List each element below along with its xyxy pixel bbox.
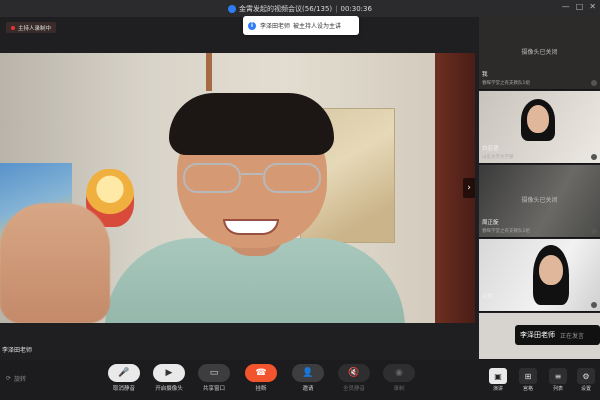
record-label: 录制 <box>393 386 405 392</box>
participant-tile-self[interactable]: 摄像头已关闭 我 春晖学堂之有支教队1组 <box>479 17 600 90</box>
camera-button[interactable]: ▶ 开启摄像头 <box>151 364 187 398</box>
share-screen-button[interactable]: ▭ 共享窗口 <box>196 364 232 398</box>
speaker-view-label: 演讲 <box>492 386 503 392</box>
speaker-glasses <box>183 163 323 195</box>
info-icon: i <box>248 21 256 30</box>
maximize-button[interactable]: □ <box>576 2 584 11</box>
participant-name: 周正旋 <box>482 220 499 226</box>
gallery-view-button[interactable]: ⊞ 宫格 <box>516 368 540 394</box>
mute-all-icon: 🔇 <box>338 364 370 382</box>
main-speaker-video[interactable] <box>0 53 475 323</box>
gallery-view-icon: ⊞ <box>519 368 537 384</box>
meeting-icon <box>228 4 237 13</box>
recording-dot-icon <box>11 25 15 30</box>
host-notification-toast: i 李泽田老师 被主持人设为主讲 <box>243 16 359 35</box>
participant-name: 我 <box>482 72 488 78</box>
toast-name: 李泽田老师 <box>260 23 291 30</box>
window-controls: — □ ✕ <box>562 2 596 11</box>
chevron-right-icon[interactable]: › <box>463 178 475 198</box>
speaker-view-icon: ▣ <box>489 368 507 384</box>
participant-face <box>527 105 549 133</box>
glasses-lens-right <box>263 163 321 193</box>
camera-off-text: 摄像头已关闭 <box>521 49 558 56</box>
speaker-person <box>105 93 405 323</box>
participant-face <box>539 255 563 285</box>
minimize-button[interactable]: — <box>562 2 570 11</box>
lamp-pole <box>206 53 212 91</box>
participant-sidebar[interactable]: 摄像头已关闭 我 春晖学堂之有支教队1组 白若语 山东大学大学部 摄像头已关闭 … <box>479 17 600 360</box>
share-screen-icon: ▭ <box>198 364 230 382</box>
hangup-button[interactable]: ☎ 挂断 <box>243 364 279 398</box>
hangup-label: 挂断 <box>255 386 267 392</box>
share-screen-label: 共享窗口 <box>202 386 225 392</box>
close-button[interactable]: ✕ <box>589 2 596 11</box>
mic-muted-icon <box>591 228 597 234</box>
meeting-timer: 00:30:36 <box>340 4 372 13</box>
waving-hand <box>0 203 110 323</box>
recording-label: 主持人录制中 <box>18 25 52 32</box>
glasses-lens-left <box>183 163 241 193</box>
participant-tile-2[interactable]: 白若语 山东大学大学部 <box>479 91 600 164</box>
camera-label: 开启摄像头 <box>155 386 183 392</box>
participant-org: 春晖学堂之有支教队1组 <box>482 81 530 86</box>
participant-tile-4[interactable]: 余熙 <box>479 239 600 312</box>
settings-icon: ⚙ <box>577 368 595 384</box>
mic-muted-icon <box>591 154 597 160</box>
title-separator: | <box>335 4 338 13</box>
meeting-title: 金霄发起的视频会议(56/135) <box>239 4 333 13</box>
hangup-icon: ☎ <box>245 364 277 382</box>
invite-icon: 👤 <box>292 364 324 382</box>
list-view-label: 列表 <box>552 386 563 392</box>
mute-all-button[interactable]: 🔇 全员静音 <box>336 364 372 398</box>
active-speaker-state: 正在发言 <box>560 332 585 340</box>
bottom-toolbar: ⟳ 旋转 🎤 取消静音 ▶ 开启摄像头 ▭ 共享窗口 ☎ 挂断 👤 邀请 🔇 全… <box>0 360 600 400</box>
participant-name: 余熙 <box>482 294 494 300</box>
mic-muted-icon <box>591 302 597 308</box>
participant-name: 白若语 <box>482 146 499 152</box>
camera-icon: ▶ <box>153 364 185 382</box>
mute-all-label: 全员静音 <box>342 386 365 392</box>
gallery-view-label: 宫格 <box>522 386 533 392</box>
camera-off-text: 摄像头已关闭 <box>521 197 558 204</box>
list-view-button[interactable]: ≡ 列表 <box>546 368 570 394</box>
recording-badge: 主持人录制中 <box>6 22 57 33</box>
participant-tile-3[interactable]: 摄像头已关闭 周正旋 春晖学堂之有支教队1组 <box>479 165 600 238</box>
participant-org: 春晖学堂之有支教队1组 <box>482 229 530 234</box>
rotate-label: 旋转 <box>14 376 27 383</box>
invite-button[interactable]: 👤 邀请 <box>290 364 326 398</box>
active-speaker-popup: 李泽田老师 正在发言 <box>515 325 600 345</box>
settings-button[interactable]: ⚙ 设置 <box>574 368 598 394</box>
toast-message: 被主持人设为主讲 <box>293 23 342 30</box>
record-icon: ◉ <box>383 364 415 382</box>
speaker-view-button[interactable]: ▣ 演讲 <box>486 368 510 394</box>
glasses-bridge <box>241 173 263 175</box>
participant-org: 山东大学大学部 <box>482 155 514 160</box>
speaker-mouth <box>223 219 279 235</box>
list-view-icon: ≡ <box>549 368 567 384</box>
title-bar: 金霄发起的视频会议(56/135) | 00:30:36 — □ ✕ <box>0 0 600 17</box>
microphone-icon: 🎤 <box>108 364 140 382</box>
record-button[interactable]: ◉ 录制 <box>381 364 417 398</box>
unmute-button[interactable]: 🎤 取消静音 <box>106 364 142 398</box>
speaker-hair <box>169 93 334 155</box>
active-speaker-name: 李泽田老师 <box>520 331 555 339</box>
invite-label: 邀请 <box>302 386 314 392</box>
mic-muted-icon <box>591 80 597 86</box>
main-speaker-name: 李泽田老师 <box>2 347 33 354</box>
rotate-icon: ⟳ <box>6 375 12 382</box>
settings-label: 设置 <box>580 386 591 392</box>
unmute-label: 取消静音 <box>112 386 135 392</box>
rotate-control[interactable]: ⟳ 旋转 <box>6 374 26 383</box>
